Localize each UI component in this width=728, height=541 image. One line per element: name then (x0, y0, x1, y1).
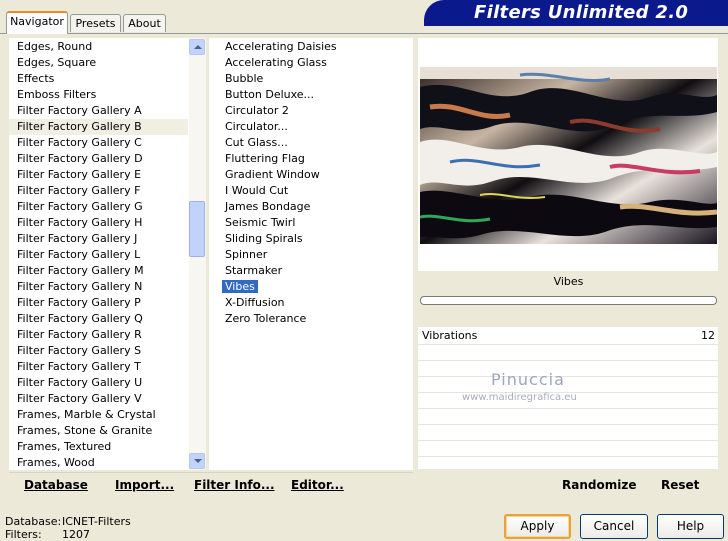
param-vibrations-label: Vibrations (422, 329, 478, 342)
chevron-down-icon (194, 459, 202, 463)
preview-filter-name: Vibes (553, 275, 584, 288)
tab-navigator[interactable]: Navigator (6, 11, 68, 34)
filter-item[interactable]: James Bondage (209, 199, 310, 215)
help-button[interactable]: Help (657, 514, 724, 539)
param-vibrations-value[interactable]: 12 (690, 329, 715, 342)
apply-button[interactable]: Apply (504, 514, 571, 539)
filter-item[interactable]: Accelerating Glass (209, 55, 327, 71)
filter-item-label: Seismic Twirl (225, 216, 296, 229)
filter-item-label: Circulator 2 (225, 104, 289, 117)
preview-image (420, 67, 717, 244)
category-item[interactable]: Frames, Marble & Crystal (9, 407, 188, 423)
category-scrollbar[interactable] (189, 38, 206, 470)
filter-item-label: Bubble (225, 72, 264, 85)
filter-item-label: Accelerating Daisies (225, 40, 337, 53)
filter-item[interactable]: Sliding Spirals (209, 231, 303, 247)
category-item[interactable]: Filter Factory Gallery U (9, 375, 188, 391)
category-item[interactable]: Filter Factory Gallery A (9, 103, 188, 119)
filter-item[interactable]: X-Diffusion (209, 295, 285, 311)
filter-item-label: Cut Glass... (225, 136, 288, 149)
editor-button[interactable]: Editor... (291, 478, 344, 492)
watermark-url: www.maidiregrafica.eu (462, 392, 577, 403)
category-item[interactable]: Filter Factory Gallery F (9, 183, 188, 199)
category-item[interactable]: Filter Factory Gallery M (9, 263, 188, 279)
scroll-thumb[interactable] (189, 201, 205, 257)
filter-item[interactable]: Cut Glass... (209, 135, 288, 151)
category-item[interactable]: Filter Factory Gallery L (9, 247, 188, 263)
category-item[interactable]: Filter Factory Gallery P (9, 295, 188, 311)
filter-item[interactable]: Accelerating Daisies (209, 39, 337, 55)
filter-item-label: Accelerating Glass (225, 56, 327, 69)
filter-info-button[interactable]: Filter Info... (194, 478, 275, 492)
category-item[interactable]: Filter Factory Gallery Q (9, 311, 188, 327)
progress-bar (420, 296, 717, 305)
scroll-down-button[interactable] (189, 453, 205, 469)
category-item[interactable]: Filter Factory Gallery R (9, 327, 188, 343)
filter-item[interactable]: Circulator... (209, 119, 288, 135)
category-item[interactable]: Edges, Square (9, 55, 188, 71)
category-item[interactable]: Filter Factory Gallery B (9, 119, 188, 135)
category-item[interactable]: Frames, Wood (9, 455, 188, 471)
filter-item-label: James Bondage (225, 200, 311, 213)
category-item[interactable]: Filter Factory Gallery N (9, 279, 188, 295)
import-button[interactable]: Import... (115, 478, 174, 492)
filter-item[interactable]: Gradient Window (209, 167, 320, 183)
app-title: Filters Unlimited 2.0 (474, 2, 689, 23)
randomize-button[interactable]: Randomize (562, 478, 636, 492)
database-button[interactable]: Database (24, 478, 88, 492)
filter-item-label: Button Deluxe... (225, 88, 315, 101)
filter-item-label: Zero Tolerance (225, 312, 307, 325)
category-item[interactable]: Edges, Round (9, 39, 188, 55)
filter-item-label: Vibes (222, 280, 258, 293)
filter-item[interactable]: Vibes (209, 279, 258, 295)
category-item[interactable]: Filter Factory Gallery G (9, 199, 188, 215)
chevron-up-icon (194, 45, 202, 49)
database-label: Database: (5, 515, 62, 528)
category-item[interactable]: Filter Factory Gallery D (9, 151, 188, 167)
tab-presets[interactable]: Presets (70, 14, 121, 32)
category-item[interactable]: Filter Factory Gallery T (9, 359, 188, 375)
filter-item[interactable]: Bubble (209, 71, 263, 87)
category-item[interactable]: Filter Factory Gallery C (9, 135, 188, 151)
filter-item-label: Spinner (225, 248, 268, 261)
filter-item[interactable]: Fluttering Flag (209, 151, 305, 167)
category-item[interactable]: Frames, Stone & Granite (9, 423, 188, 439)
category-item[interactable]: Filter Factory Gallery J (9, 231, 188, 247)
category-item[interactable]: Frames, Textured (9, 439, 188, 455)
category-item[interactable]: Emboss Filters (9, 87, 188, 103)
filter-item-label: X-Diffusion (225, 296, 285, 309)
filters-count: 1207 (62, 528, 90, 541)
filter-list[interactable]: Accelerating Daisies Accelerating Glass Bu… (209, 38, 413, 470)
filter-item[interactable]: Starmaker (209, 263, 282, 279)
category-item[interactable]: Filter Factory Gallery V (9, 391, 188, 407)
filter-item[interactable]: Spinner (209, 247, 267, 263)
category-item[interactable]: Filter Factory Gallery E (9, 167, 188, 183)
filter-item[interactable]: I Would Cut (209, 183, 288, 199)
filter-item-label: Fluttering Flag (225, 152, 305, 165)
tab-underline (0, 33, 728, 34)
filter-item-label: Gradient Window (225, 168, 320, 181)
filter-item[interactable]: Circulator 2 (209, 103, 289, 119)
filter-item-label: Sliding Spirals (225, 232, 303, 245)
category-list[interactable]: Edges, Round Edges, Square Effects Emboss F… (9, 38, 189, 470)
category-item[interactable]: Filter Factory Gallery H (9, 215, 188, 231)
filter-item-label: Circulator... (225, 120, 288, 133)
category-item[interactable]: Filter Factory Gallery S (9, 343, 188, 359)
database-value: ICNET-Filters (62, 515, 131, 528)
filter-item[interactable]: Zero Tolerance (209, 311, 306, 327)
watermark-name: Pinuccia (491, 370, 565, 389)
filter-item[interactable]: Seismic Twirl (209, 215, 295, 231)
filters-label: Filters: (5, 528, 42, 541)
filter-item[interactable]: Button Deluxe... (209, 87, 314, 103)
filter-item-label: I Would Cut (225, 184, 289, 197)
cancel-button[interactable]: Cancel (580, 514, 648, 539)
scroll-up-button[interactable] (189, 39, 205, 55)
tab-about[interactable]: About (123, 14, 166, 32)
reset-button[interactable]: Reset (661, 478, 699, 492)
category-item[interactable]: Effects (9, 71, 188, 87)
filter-item-label: Starmaker (225, 264, 283, 277)
